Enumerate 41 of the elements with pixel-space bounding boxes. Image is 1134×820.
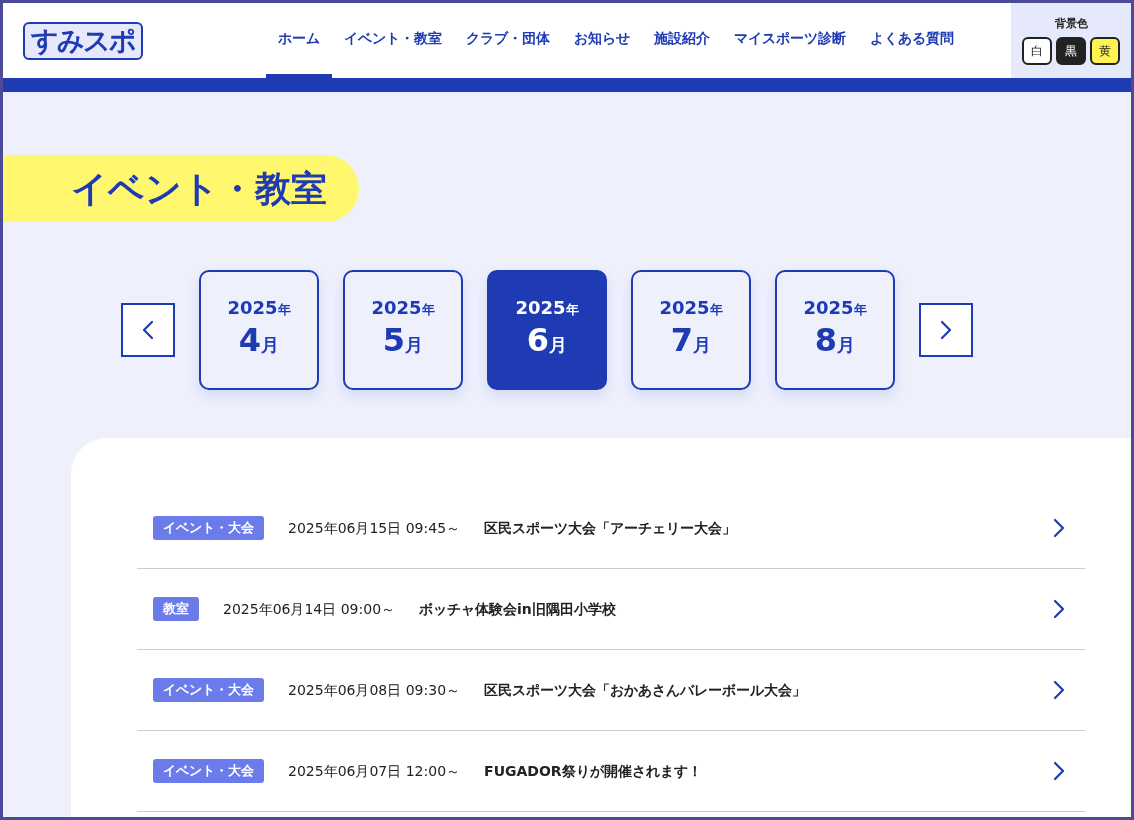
event-datetime: 2025年06月07日 12:00～ <box>288 761 461 781</box>
chevron-right-icon <box>940 320 952 340</box>
nav-link[interactable]: クラブ・団体 <box>454 3 562 78</box>
site-logo[interactable]: すみスポ <box>23 21 143 60</box>
nav-link[interactable]: 施設紹介 <box>642 3 722 78</box>
chevron-right-icon <box>1053 599 1065 619</box>
event-datetime: 2025年06月08日 09:30～ <box>288 680 461 700</box>
previous-month-button[interactable] <box>121 303 175 357</box>
nav-link[interactable]: マイスポーツ診断 <box>722 3 858 78</box>
event-title: 区民スポーツ大会「おかあさんバレーボール大会」 <box>484 680 808 700</box>
background-color-label: 背景色 <box>1054 16 1088 33</box>
event-title: ボッチャ体験会in旧隅田小学校 <box>419 599 617 619</box>
next-month-button[interactable] <box>919 303 973 357</box>
color-option-button[interactable]: 白 <box>1022 36 1052 65</box>
event-datetime: 2025年06月14日 09:00～ <box>223 599 396 619</box>
category-tag: イベント・大会 <box>153 516 264 540</box>
event-row[interactable]: イベント・大会 2025年06月07日 12:00～ FUGADOR祭りが開催されます！ <box>137 731 1085 812</box>
month-tab[interactable]: 2025年 8月 <box>775 270 895 390</box>
category-tag: 教室 <box>153 597 199 621</box>
event-datetime: 2025年06月15日 09:45～ <box>288 518 461 538</box>
nav-link[interactable]: よくある質問 <box>858 3 966 78</box>
category-tag: イベント・大会 <box>153 759 264 783</box>
event-row[interactable]: イベント・大会 2025年06月15日 09:45～ 区民スポーツ大会「アーチェリー大会」 <box>137 488 1085 569</box>
page-title: イベント・教室 <box>3 155 359 222</box>
nav-link[interactable]: お知らせ <box>562 3 642 78</box>
month-tab[interactable]: 2025年 4月 <box>199 270 319 390</box>
month-tab[interactable]: 2025年 6月 <box>487 270 607 390</box>
color-option-button[interactable]: 黒 <box>1056 36 1086 65</box>
event-title: 区民スポーツ大会「アーチェリー大会」 <box>484 518 738 538</box>
event-row[interactable]: 教室 2025年06月14日 09:00～ ボッチャ体験会in旧隅田小学校 <box>137 569 1085 650</box>
chevron-right-icon <box>1053 761 1065 781</box>
chevron-left-icon <box>142 320 154 340</box>
color-option-button[interactable]: 黄 <box>1090 36 1120 65</box>
nav-link[interactable]: イベント・教室 <box>332 3 454 78</box>
event-title: FUGADOR祭りが開催されます！ <box>484 761 703 781</box>
category-tag: イベント・大会 <box>153 678 264 702</box>
chevron-right-icon <box>1053 518 1065 538</box>
chevron-right-icon <box>1053 680 1065 700</box>
event-row[interactable]: イベント・大会 2025年06月08日 09:30～ 区民スポーツ大会「おかあさんバレーボール大会」 <box>137 650 1085 731</box>
month-tab[interactable]: 2025年 5月 <box>343 270 463 390</box>
month-tab[interactable]: 2025年 7月 <box>631 270 751 390</box>
